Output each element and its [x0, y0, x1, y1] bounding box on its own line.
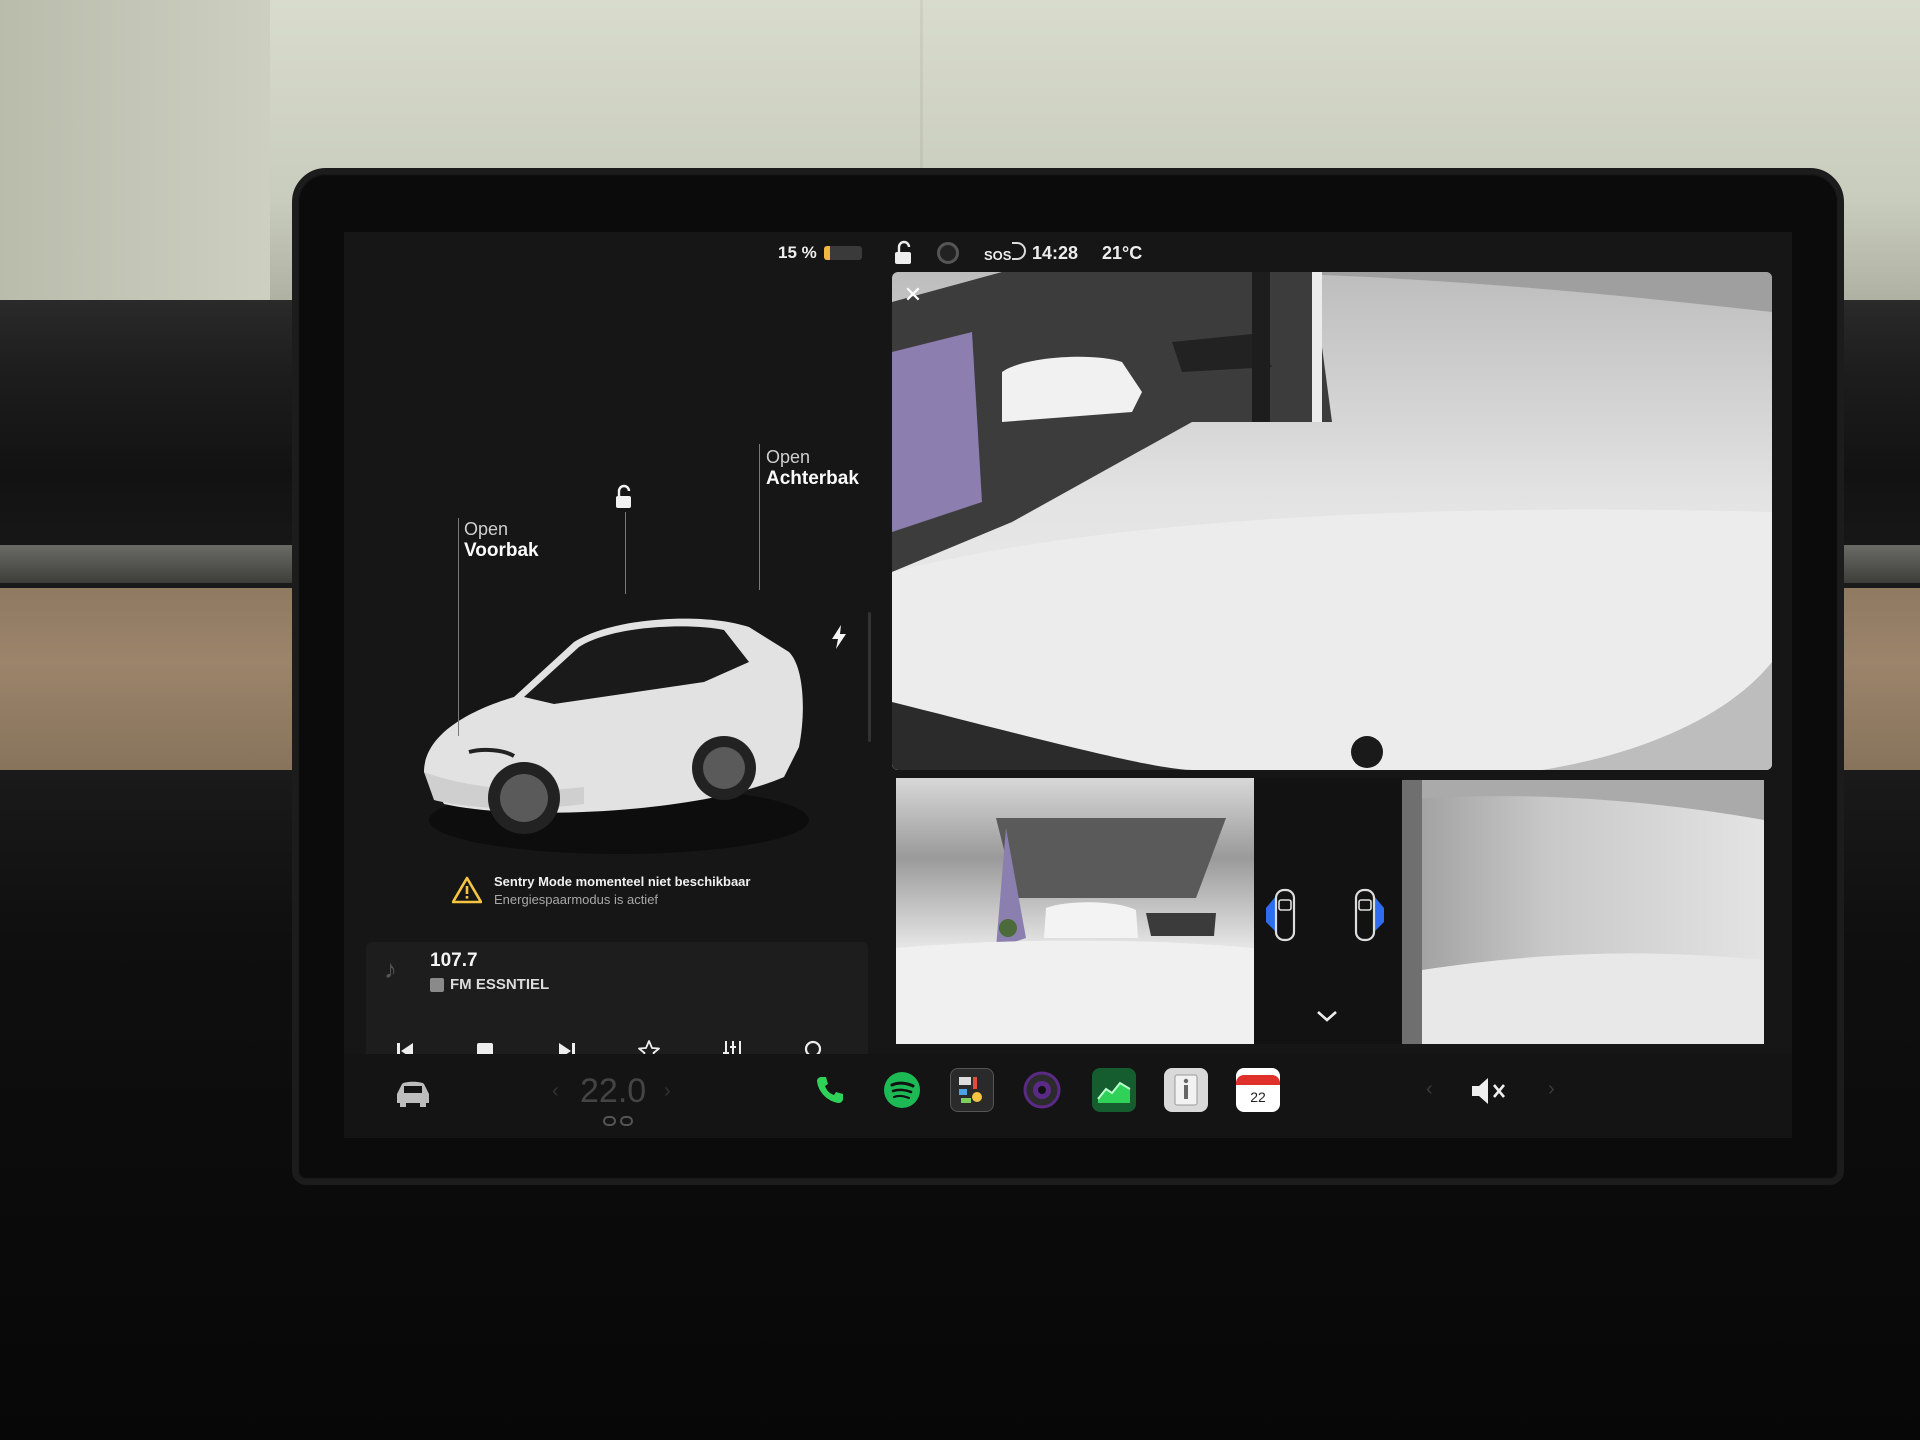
lock-open-icon[interactable] [890, 240, 916, 266]
touchscreen: 15 % SOS 14:28 21°C Open Voorbak Open Ac… [344, 232, 1792, 1138]
climate-temperature[interactable]: 22.0 [580, 1072, 646, 1111]
trunk-callout-line [759, 444, 760, 590]
sos-signal-icon [1012, 242, 1026, 260]
trunk-target-label: Achterbak [766, 468, 859, 489]
volume-up-icon[interactable]: › [1548, 1078, 1555, 1101]
battery-icon [824, 246, 862, 260]
energy-icon[interactable] [1092, 1068, 1136, 1112]
outside-temperature: 21°C [1102, 242, 1143, 263]
seat-heater-icon[interactable] [602, 1114, 634, 1128]
sentry-eye-icon[interactable] [937, 242, 959, 264]
frunk-target-label: Voorbak [464, 540, 539, 561]
station-frequency: 107.7 [430, 950, 478, 971]
sentry-notice-title: Sentry Mode momenteel niet beschikbaar [494, 874, 751, 889]
calendar-day: 22 [1250, 1089, 1266, 1105]
frunk-callout-line [458, 518, 459, 736]
right-camera-car-icon[interactable] [1354, 886, 1384, 944]
trunk-action-label: Open [766, 447, 811, 467]
frunk-action-label: Open [464, 519, 509, 539]
radio-icon [430, 977, 444, 992]
calendar-icon[interactable]: 22 [1236, 1068, 1280, 1112]
camera-app-icon[interactable] [1020, 1068, 1064, 1112]
right-repeater-camera-view[interactable] [1402, 780, 1764, 1044]
phone-icon[interactable] [808, 1068, 852, 1112]
lock-callout-line [625, 512, 626, 594]
spotify-icon[interactable] [880, 1068, 924, 1112]
clock: 14:28 [1032, 242, 1079, 263]
left-repeater-camera-view[interactable] [896, 778, 1254, 1044]
music-note-icon: ♪ [384, 954, 397, 984]
open-trunk-button[interactable]: Open Achterbak [766, 446, 859, 490]
panel-scrollbar[interactable] [868, 612, 871, 742]
sentry-notice-subtitle: Energiespaarmodus is actief [494, 892, 659, 907]
chevron-down-icon[interactable] [1314, 1008, 1340, 1024]
background-wall-left [0, 0, 270, 330]
camera-selector [1254, 778, 1402, 1044]
toybox-icon[interactable] [950, 1068, 994, 1112]
unlock-icon[interactable] [610, 484, 636, 510]
sentry-notice: Sentry Mode momenteel niet beschikbaar E… [452, 874, 750, 907]
station-row: FM ESSNTIEL [430, 976, 549, 993]
close-icon[interactable]: ✕ [900, 282, 926, 308]
volume-down-icon[interactable]: ‹ [1426, 1078, 1433, 1101]
bottom-dock: ‹ 22.0 › 22 ‹ › [344, 1054, 1792, 1138]
vehicle-panel: Open Voorbak Open Achterbak Sentry Mode … [344, 272, 872, 1134]
lightning-icon[interactable] [830, 624, 848, 650]
left-camera-car-icon[interactable] [1266, 886, 1296, 944]
battery-fill [824, 246, 830, 260]
manual-icon[interactable] [1164, 1068, 1208, 1112]
temp-decrease-icon[interactable]: ‹ [552, 1080, 559, 1103]
rear-camera-view[interactable]: ✕ [892, 272, 1772, 770]
car-render [404, 572, 824, 862]
station-name: FM ESSNTIEL [450, 976, 550, 993]
volume-mute-icon[interactable] [1468, 1074, 1510, 1108]
car-icon[interactable] [394, 1078, 432, 1108]
warning-icon [452, 876, 482, 904]
temp-increase-icon[interactable]: › [664, 1080, 671, 1103]
sos-label[interactable]: SOS [984, 240, 1011, 270]
battery-percentage: 15 % [778, 243, 817, 262]
open-frunk-button[interactable]: Open Voorbak [464, 518, 539, 562]
calendar-header [1236, 1075, 1280, 1085]
